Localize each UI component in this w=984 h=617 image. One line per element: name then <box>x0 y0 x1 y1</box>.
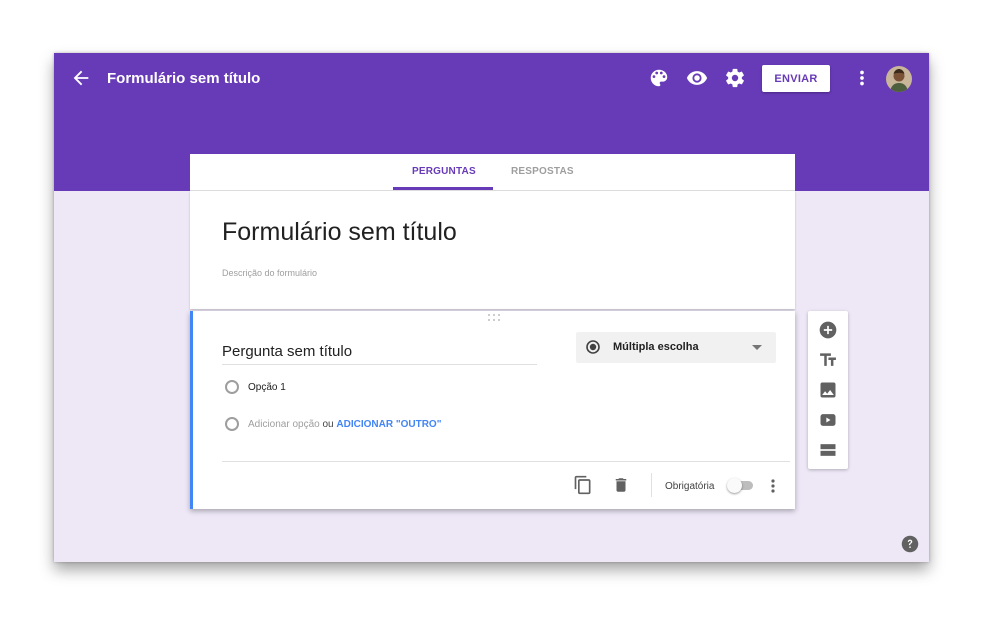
trash-icon[interactable] <box>612 475 630 495</box>
or-text: ou <box>322 419 334 430</box>
required-label: Obrigatória <box>665 481 715 492</box>
tab-bar: PERGUNTAS RESPOSTAS <box>190 154 795 191</box>
image-icon[interactable] <box>818 380 838 400</box>
divider <box>222 461 790 462</box>
form-header-card: Formulário sem título Descrição do formu… <box>190 191 795 309</box>
title-text-icon[interactable] <box>818 350 838 370</box>
copy-icon[interactable] <box>573 475 593 495</box>
add-option-link[interactable]: Adicionar opção <box>248 419 320 430</box>
form-description-field[interactable]: Descrição do formulário <box>222 268 317 278</box>
option-label[interactable]: Opção 1 <box>248 382 286 393</box>
section-icon[interactable] <box>818 440 838 460</box>
toolbar-separator <box>651 473 652 497</box>
required-toggle[interactable] <box>727 478 755 494</box>
help-icon[interactable] <box>901 535 919 553</box>
video-icon[interactable] <box>818 410 838 430</box>
add-question-icon[interactable] <box>818 320 838 340</box>
document-title[interactable]: Formulário sem título <box>107 70 260 87</box>
more-vert-icon[interactable] <box>851 67 873 89</box>
question-card[interactable]: Pergunta sem título Múltipla escolha Opç… <box>190 311 795 509</box>
add-option-row: Adicionar opção ou ADICIONAR "OUTRO" <box>248 419 441 430</box>
chevron-down-icon <box>752 345 762 350</box>
gear-icon[interactable] <box>724 67 746 89</box>
option-radio <box>225 380 239 394</box>
form-title[interactable]: Formulário sem título <box>222 218 457 247</box>
back-arrow-icon[interactable] <box>70 67 92 89</box>
question-type-dropdown[interactable]: Múltipla escolha <box>576 332 776 363</box>
forms-window: Formulário sem título ENVIAR PERGUNTAS R… <box>54 53 929 562</box>
question-type-label: Múltipla escolha <box>613 341 699 353</box>
eye-icon[interactable] <box>686 67 708 89</box>
toggle-knob <box>727 478 742 493</box>
avatar[interactable] <box>886 66 912 92</box>
drag-handle-icon[interactable] <box>487 313 501 322</box>
side-toolbar <box>808 311 848 469</box>
tab-respostas[interactable]: RESPOSTAS <box>511 166 574 177</box>
question-title-input[interactable]: Pergunta sem título <box>222 343 537 365</box>
radio-checked-icon <box>586 340 600 354</box>
active-tab-indicator <box>393 187 493 190</box>
add-other-link[interactable]: ADICIONAR "OUTRO" <box>336 419 441 430</box>
more-vert-icon[interactable] <box>768 476 778 496</box>
add-option-radio <box>225 417 239 431</box>
palette-icon[interactable] <box>648 67 670 89</box>
send-button[interactable]: ENVIAR <box>762 65 830 92</box>
tab-perguntas[interactable]: PERGUNTAS <box>412 166 476 177</box>
